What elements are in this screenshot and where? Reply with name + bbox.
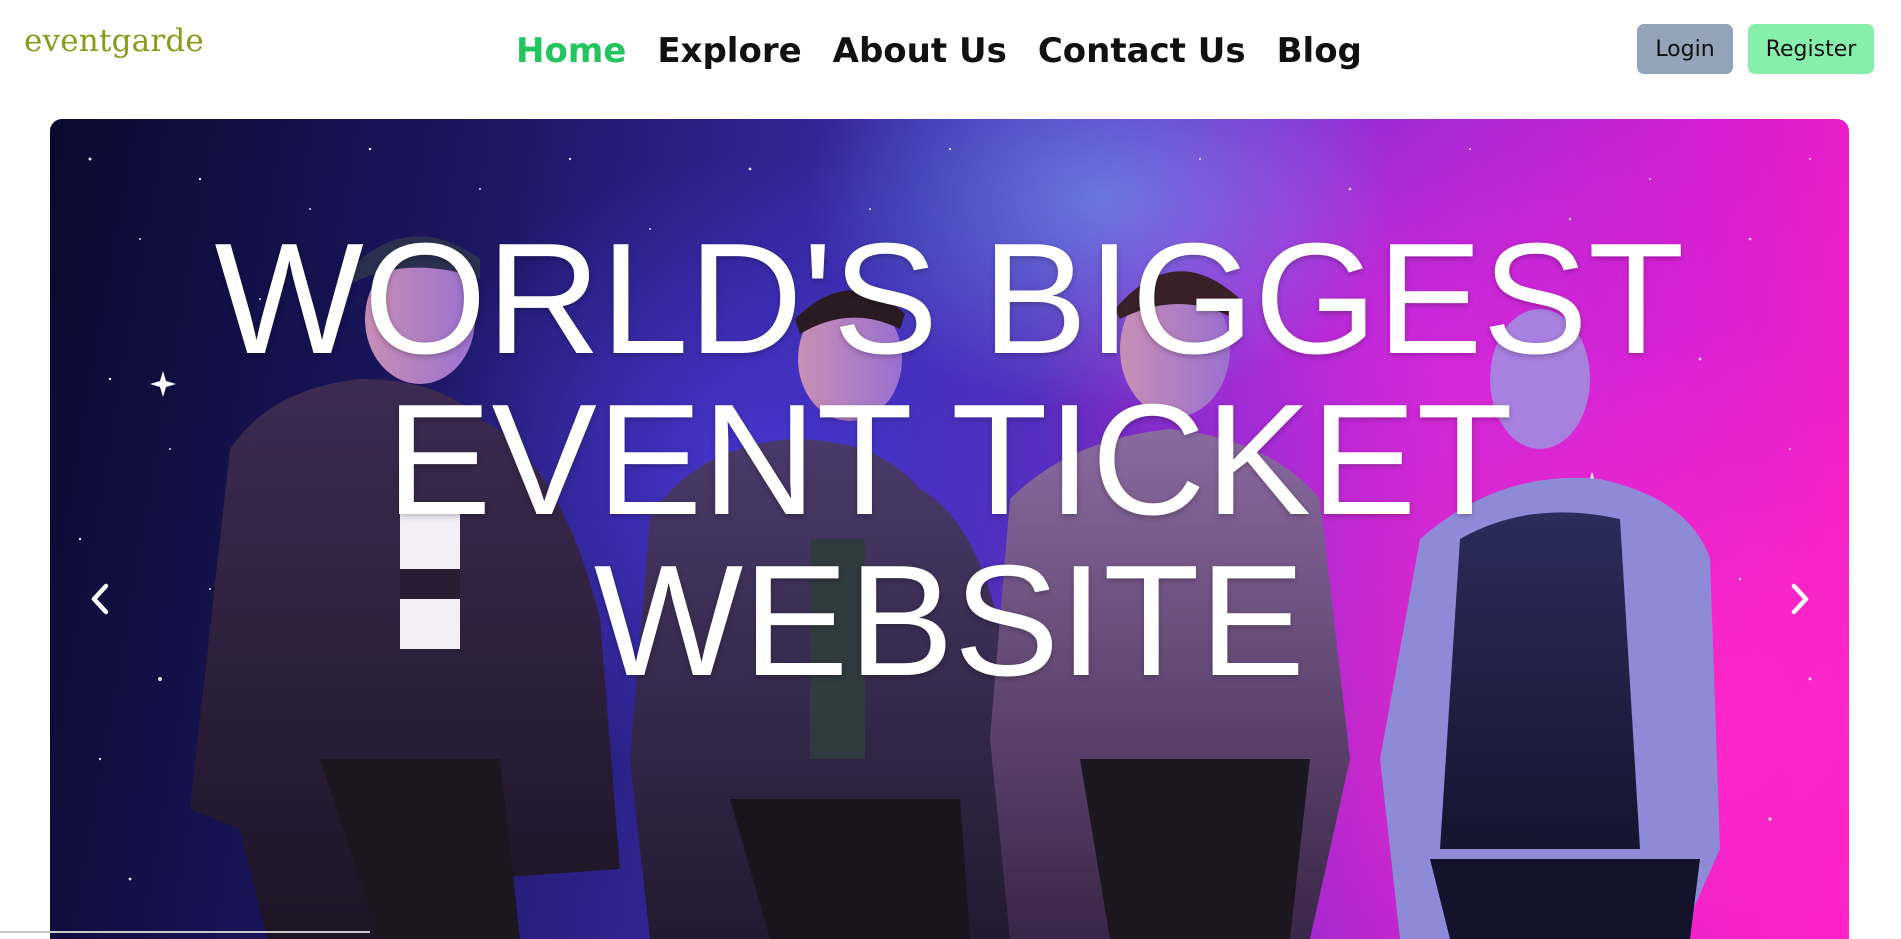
nav-item-contact-us[interactable]: Contact Us — [1038, 27, 1246, 75]
nav-item-explore[interactable]: Explore — [657, 27, 801, 75]
navbar: eventgarde Home Explore About Us Contact… — [0, 0, 1901, 100]
main-nav: Home Explore About Us Contact Us Blog — [516, 27, 1362, 75]
nav-item-blog[interactable]: Blog — [1277, 27, 1362, 75]
carousel-next-button[interactable] — [1770, 559, 1830, 639]
hero-headline-line-2: EVENT TICKET — [386, 372, 1513, 548]
hero-headline: WORLD'S BIGGEST EVENT TICKET WEBSITE — [50, 219, 1849, 702]
login-button[interactable]: Login — [1637, 24, 1733, 74]
chevron-right-icon — [1791, 583, 1809, 615]
nav-item-about-us[interactable]: About Us — [833, 27, 1007, 75]
hero-headline-line-1: WORLD'S BIGGEST — [214, 211, 1685, 387]
hero-carousel: WORLD'S BIGGEST EVENT TICKET WEBSITE — [50, 119, 1849, 939]
register-button[interactable]: Register — [1748, 24, 1874, 74]
carousel-prev-button[interactable] — [70, 559, 130, 639]
nav-item-home[interactable]: Home — [516, 27, 626, 75]
brand-logo[interactable]: eventgarde — [24, 26, 204, 57]
hero-headline-line-3: WEBSITE — [593, 533, 1306, 709]
chevron-left-icon — [91, 583, 109, 615]
